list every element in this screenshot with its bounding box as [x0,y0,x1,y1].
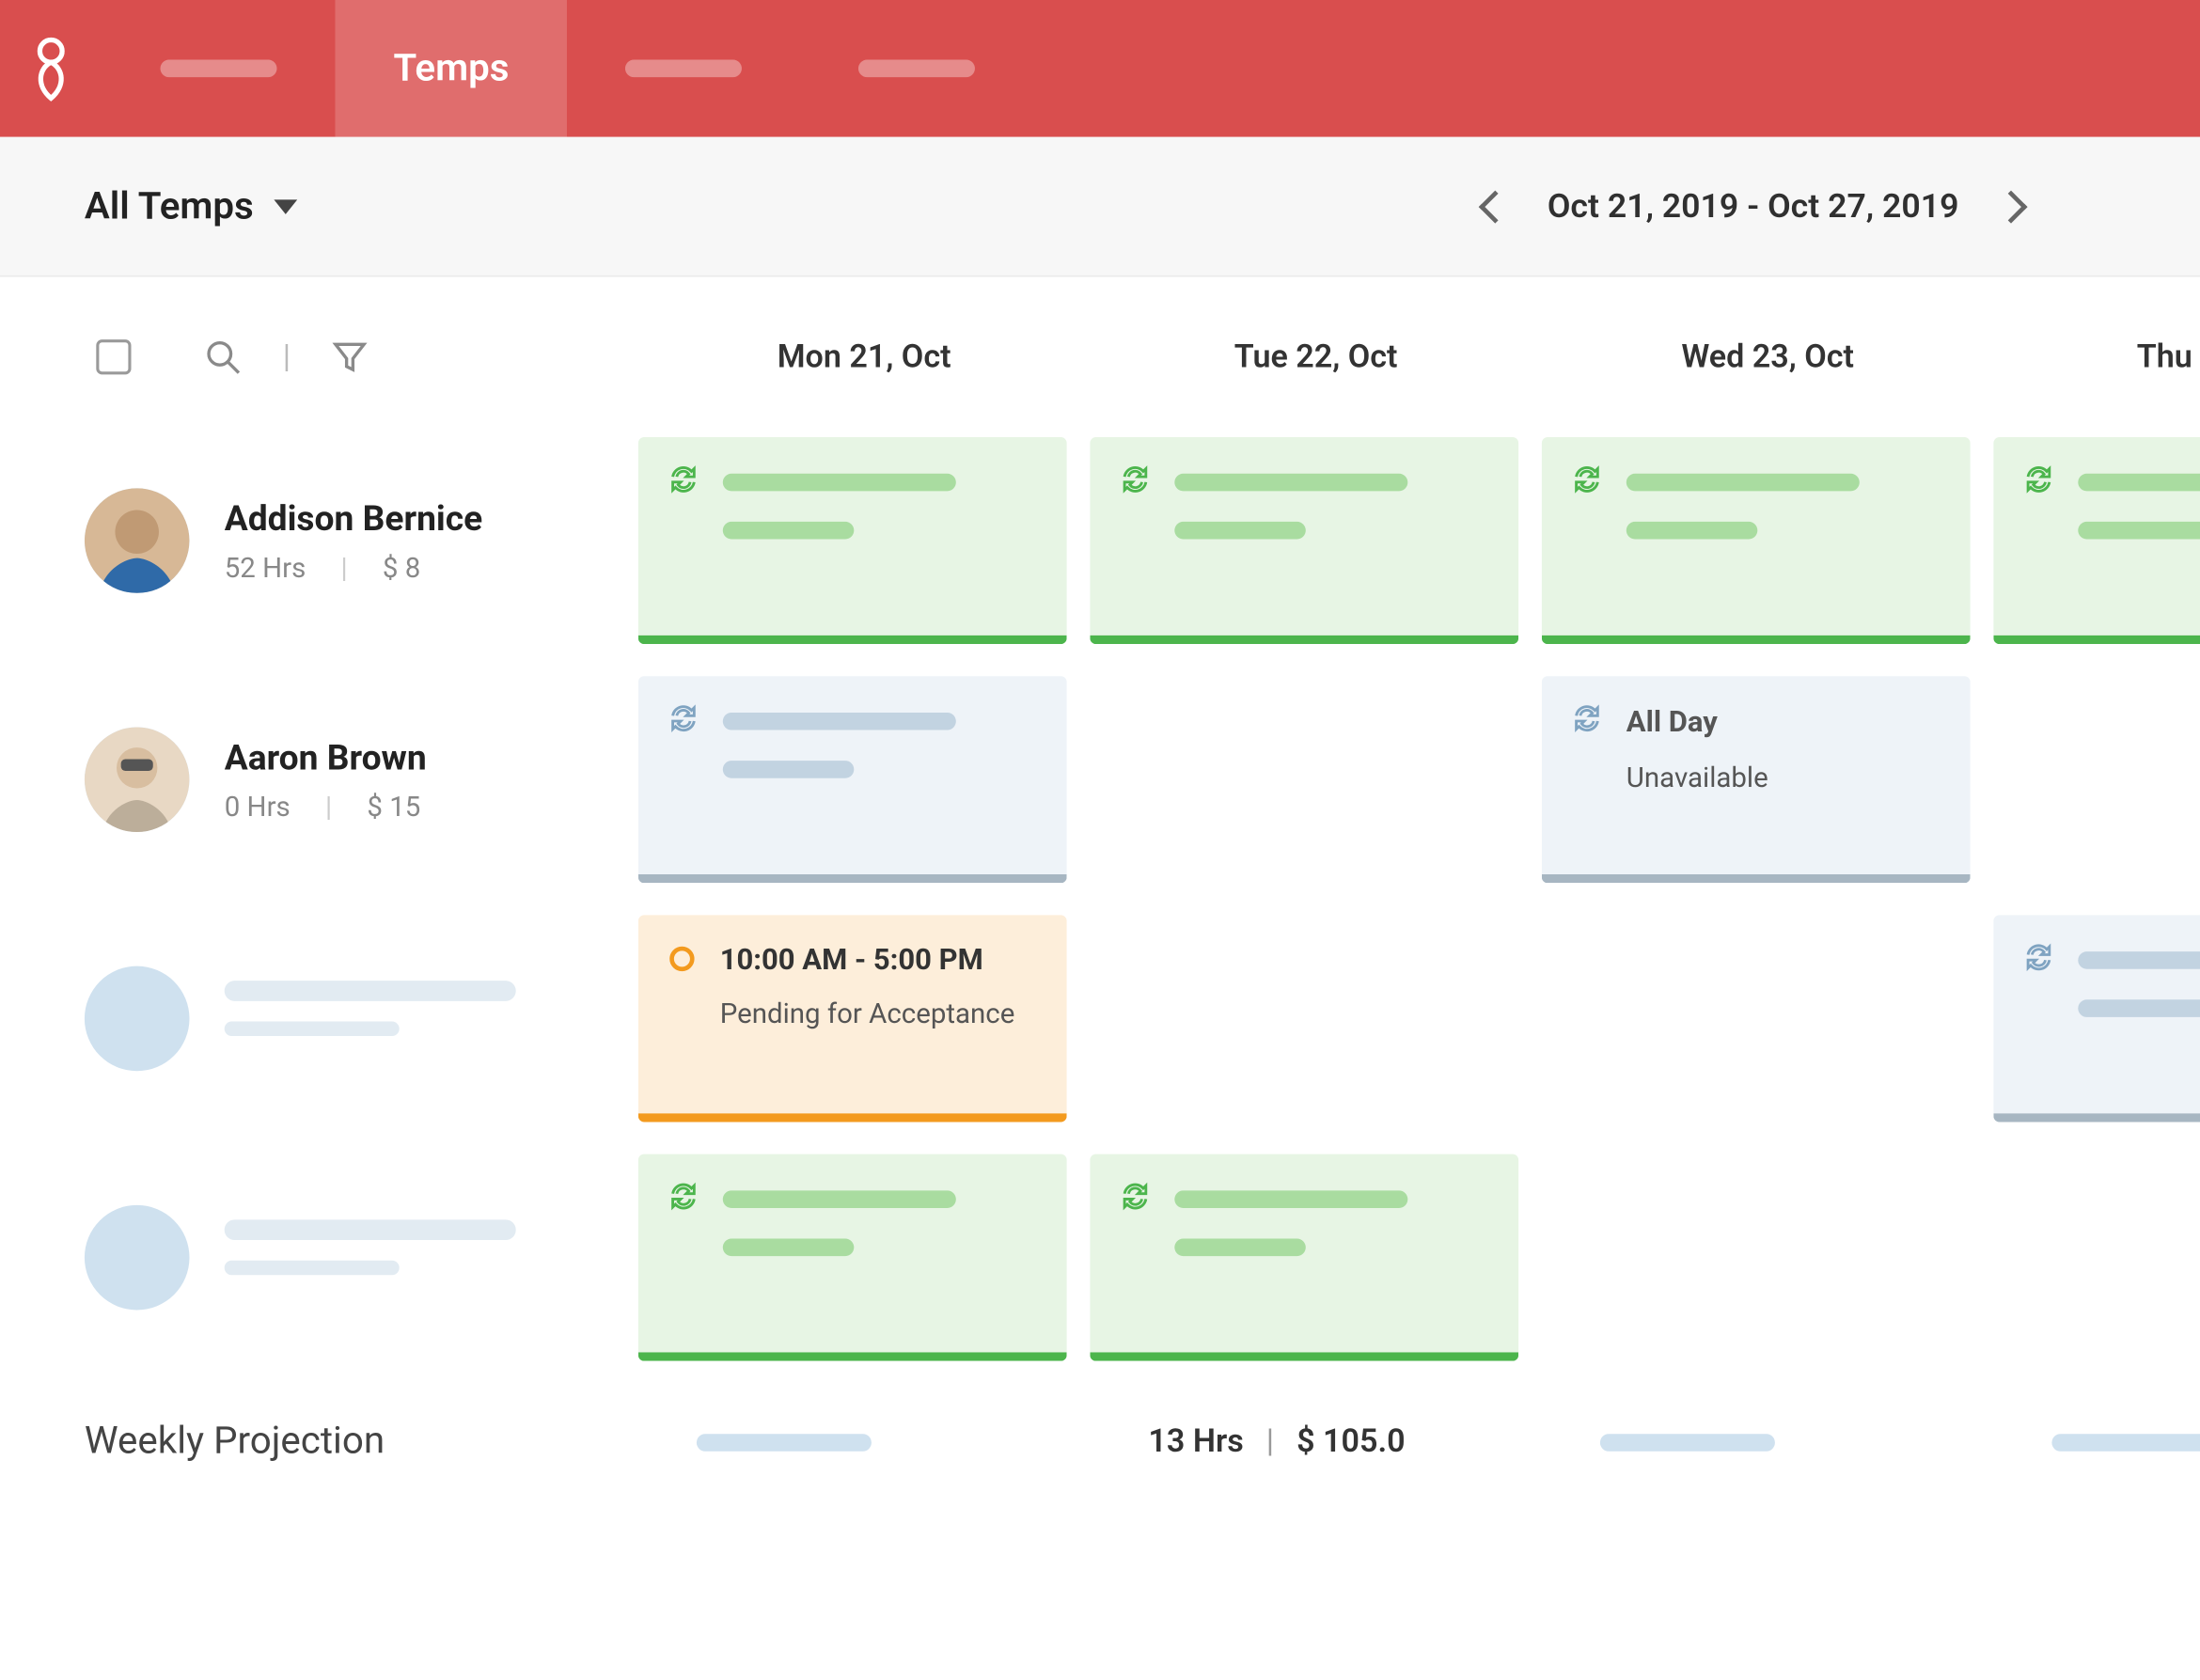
name-placeholder [225,981,516,1001]
filter-icon[interactable] [331,338,369,376]
weekly-projection-row: Weekly Projection 13 Hrs | $ 105.0 [85,1420,2200,1464]
person-cell[interactable] [85,915,638,1122]
select-all-checkbox[interactable] [96,339,131,374]
repeat-icon [1571,702,1603,740]
person-meta: 52 Hrs | $ 8 [225,550,483,584]
nav-tab-4[interactable] [801,0,1034,137]
shift-time: 10:00 AM - 5:00 PM [720,941,983,976]
person-meta: 0 Hrs | $ 15 [225,789,427,823]
projection-hours: 13 Hrs [1148,1423,1243,1460]
shift-card-pending[interactable]: 10:00 AM - 5:00 PM Pending for Acceptanc… [638,915,1067,1122]
projection-cell [1542,1423,1994,1460]
tool-separator: | [283,338,291,375]
person-hours: 52 Hrs [225,550,306,584]
projection-cell [638,1423,1091,1460]
repeat-icon [1119,463,1151,501]
repeat-icon [1119,1181,1151,1218]
filter-label: All Temps [85,184,254,228]
repeat-icon [2022,941,2054,979]
avatar-placeholder [85,1205,190,1311]
shift-time: All Day [1626,704,1718,739]
pending-icon [668,944,697,973]
filter-dropdown[interactable]: All Temps [85,184,297,228]
avatar-placeholder [85,966,190,1072]
repeat-icon [668,1181,699,1218]
toolbar: All Temps Oct 21, 2019 - Oct 27, 2019 [0,137,2200,277]
day-header-row: | Mon 21, Oct Tue 22, Oct Wed 23, Oct Th… [85,277,2200,438]
person-cell[interactable]: Addison Bernice 52 Hrs | $ 8 [85,437,638,644]
projection-amount: $ 105.0 [1296,1423,1406,1460]
shift-card[interactable] [638,1154,1067,1361]
projection-label: Weekly Projection [85,1420,638,1464]
repeat-icon [1571,463,1603,501]
app-logo-icon[interactable] [0,35,102,102]
name-placeholder [225,1219,516,1240]
shift-card[interactable] [638,437,1067,644]
shift-card[interactable] [638,676,1067,883]
temp-row: Addison Bernice 52 Hrs | $ 8 10:00 AM - … [85,437,2200,644]
repeat-icon [668,702,699,740]
date-range-nav: Oct 21, 2019 - Oct 27, 2019 [297,186,2200,226]
person-rate: $ 8 [383,550,420,584]
day-header: Tue 22, Oct [1090,338,1541,375]
person-name: Aaron Brown [225,737,427,777]
day-header: Mon 21, Oct [638,338,1091,375]
date-range-label: Oct 21, 2019 - Oct 27, 2019 [1548,186,1959,226]
schedule-grid: | Mon 21, Oct Tue 22, Oct Wed 23, Oct Th… [0,277,2200,1464]
nav-tab-temps-label: Temps [394,47,510,91]
shift-role: Unavailable [1626,761,1941,794]
repeat-icon [2022,463,2054,501]
day-header: Thu 24, Oct [1993,338,2200,375]
person-cell[interactable]: Aaron Brown 0 Hrs | $ 15 [85,676,638,883]
next-week-button[interactable] [1995,190,2028,223]
shift-card[interactable] [1993,915,2200,1122]
repeat-icon [668,463,699,501]
row-tools: | [85,338,638,376]
person-cell[interactable] [85,1154,638,1361]
nav-tab-3[interactable] [568,0,801,137]
temp-row: 10:00 AM - 5:00 PM Pending for Acceptanc… [85,915,2200,1122]
search-icon[interactable] [204,338,242,376]
person-name: Addison Bernice [225,497,483,538]
day-header: Wed 23, Oct [1542,338,1994,375]
temp-row: Aaron Brown 0 Hrs | $ 15 All Day Unavail… [85,676,2200,883]
meta-placeholder [225,1261,400,1276]
shift-card[interactable] [1090,437,1518,644]
nav-tab-temps[interactable]: Temps [336,0,568,137]
caret-down-icon [274,199,297,214]
shift-card[interactable] [1542,437,1971,644]
projection-cell-tue: 13 Hrs | $ 105.0 [1090,1423,1541,1460]
prev-week-button[interactable] [1478,190,1511,223]
shift-card-detailed[interactable]: All Day Unavailable [1542,676,1971,883]
avatar [85,727,190,832]
shift-card[interactable] [1993,437,2200,644]
shift-card[interactable] [1090,1154,1518,1361]
person-hours: 0 Hrs [225,789,291,823]
top-nav: Temps [0,0,2200,137]
nav-tab-1[interactable] [102,0,336,137]
shift-status: Pending for Acceptance [720,997,1038,1030]
avatar [85,488,190,593]
meta-placeholder [225,1022,400,1037]
person-rate: $ 15 [367,789,420,823]
temp-row [85,1154,2200,1361]
projection-cell [1993,1423,2200,1460]
